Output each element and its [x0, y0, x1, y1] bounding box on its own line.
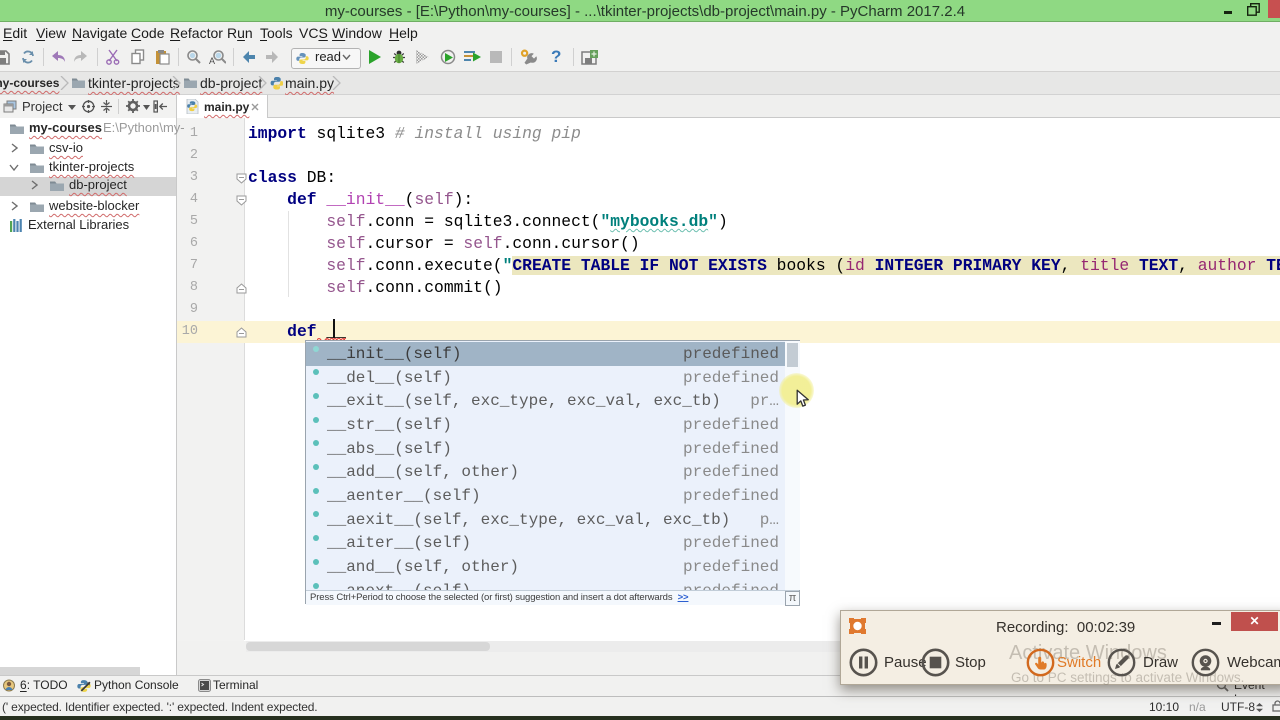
svg-text:A: A: [209, 56, 215, 65]
